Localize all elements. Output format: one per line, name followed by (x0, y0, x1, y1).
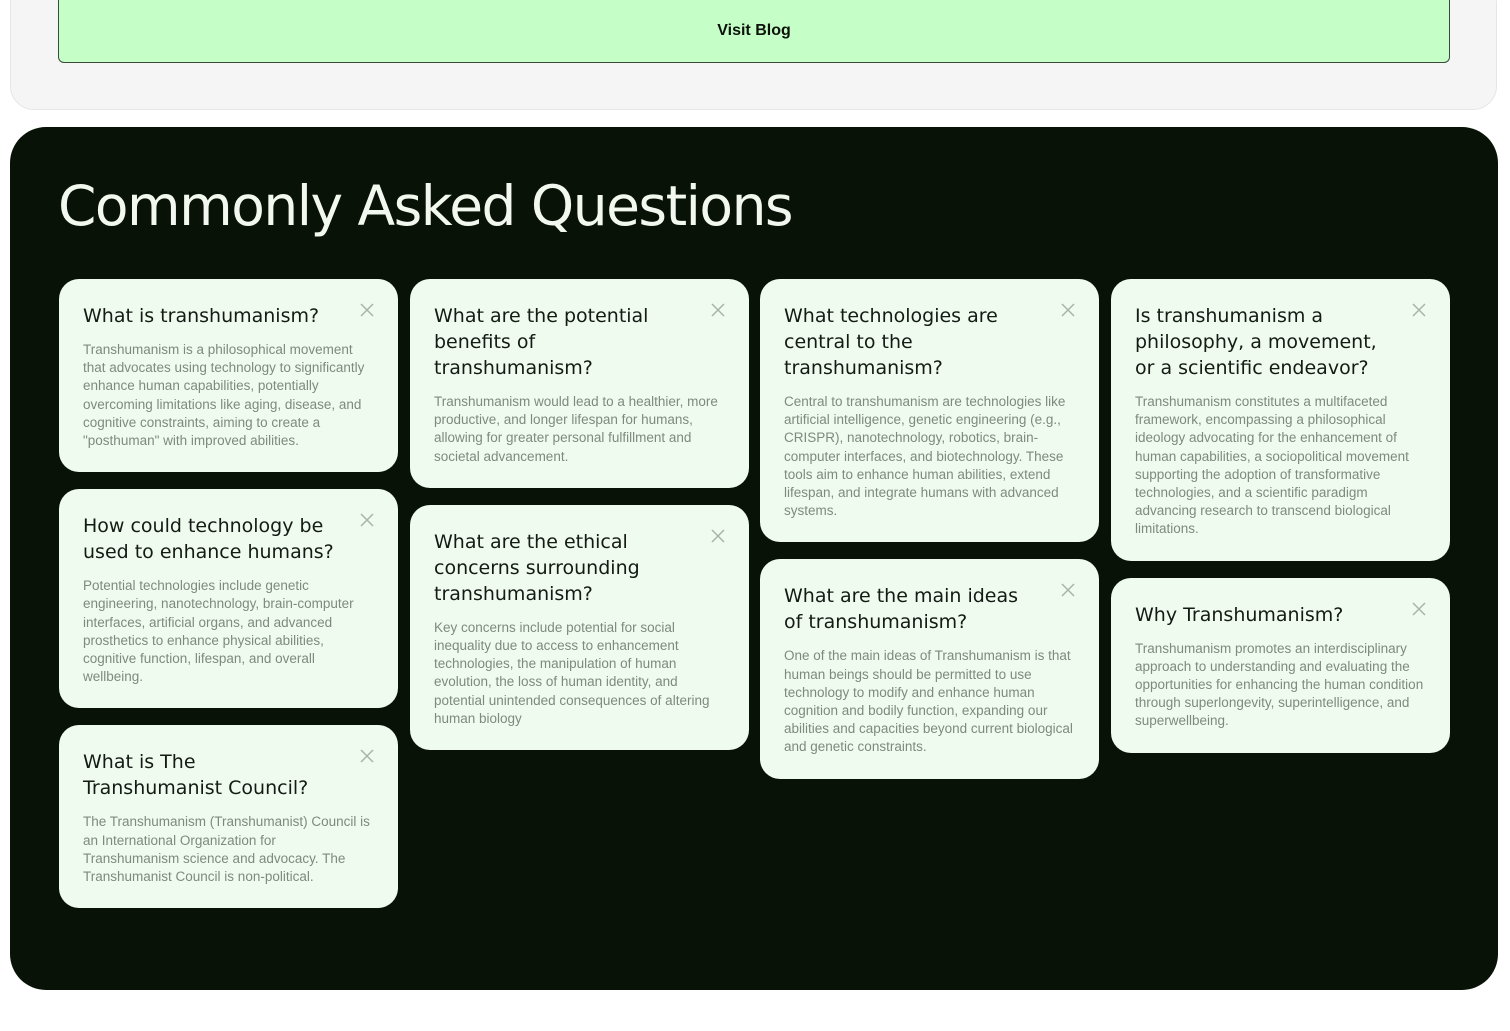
faq-card[interactable]: Is transhumanism a philosophy, a movemen… (1111, 279, 1450, 561)
close-icon[interactable] (1059, 581, 1077, 599)
faq-card[interactable]: What technologies are central to the tra… (760, 279, 1099, 543)
faq-column-2: What are the potential benefits of trans… (410, 279, 749, 767)
faq-card[interactable]: How could technology be used to enhance … (59, 489, 398, 709)
faq-answer: Key concerns include potential for socia… (434, 619, 710, 726)
faq-column-4: Is transhumanism a philosophy, a movemen… (1111, 279, 1450, 770)
faq-answer: The Transhumanism (Transhumanist) Counci… (83, 814, 370, 885)
faq-card[interactable]: Why Transhumanism? Transhumanism promote… (1111, 577, 1450, 753)
faq-column-3: What technologies are central to the tra… (760, 279, 1099, 796)
faq-answer: One of the main ideas of Transhumanism i… (784, 648, 1073, 755)
faq-answer: Transhumanism would lead to a healthier,… (434, 394, 718, 464)
faq-answer: Potential technologies include genetic e… (83, 578, 354, 685)
faq-column-1: What is transhumanism? Transhumanism is … (59, 279, 398, 925)
close-icon[interactable] (1059, 301, 1077, 319)
faq-question: Is transhumanism a philosophy, a movemen… (1135, 305, 1377, 379)
faq-question: What is transhumanism? (83, 305, 320, 327)
faq-card[interactable]: What are the potential benefits of trans… (410, 279, 749, 488)
faq-answer: Transhumanism promotes an interdisciplin… (1135, 640, 1424, 729)
faq-card[interactable]: What are the ethical concerns surroundin… (410, 504, 749, 751)
faq-answer: Transhumanism is a philosophical movemen… (83, 342, 365, 449)
close-icon[interactable] (358, 747, 376, 765)
visit-blog-button[interactable]: Visit Blog (58, 0, 1450, 63)
faq-question: What are the main ideas of transhumanism… (784, 585, 1019, 634)
close-icon[interactable] (358, 301, 376, 319)
faq-card[interactable]: What is transhumanism? Transhumanism is … (59, 279, 398, 473)
close-icon[interactable] (709, 527, 727, 545)
faq-title: Commonly Asked Questions (58, 174, 794, 238)
faq-question: Why Transhumanism? (1135, 603, 1344, 626)
close-icon[interactable] (709, 301, 727, 319)
faq-card[interactable]: What is The Transhumanist Council? The T… (59, 725, 398, 909)
faq-question: What is The Transhumanist Council? (83, 751, 309, 800)
faq-answer: Transhumanism constitutes a multifaceted… (1135, 394, 1409, 537)
faq-question: What are the ethical concerns surroundin… (434, 530, 640, 605)
faq-section: Commonly Asked Questions What is transhu… (10, 127, 1498, 990)
faq-question: How could technology be used to enhance … (83, 515, 334, 564)
faq-question: What technologies are central to the tra… (784, 305, 998, 379)
close-icon[interactable] (358, 511, 376, 529)
close-icon[interactable] (1410, 600, 1428, 618)
faq-card[interactable]: What are the main ideas of transhumanism… (760, 559, 1099, 779)
faq-question: What are the potential benefits of trans… (434, 305, 649, 379)
close-icon[interactable] (1410, 301, 1428, 319)
faq-answer: Central to transhumanism are technologie… (784, 394, 1066, 519)
